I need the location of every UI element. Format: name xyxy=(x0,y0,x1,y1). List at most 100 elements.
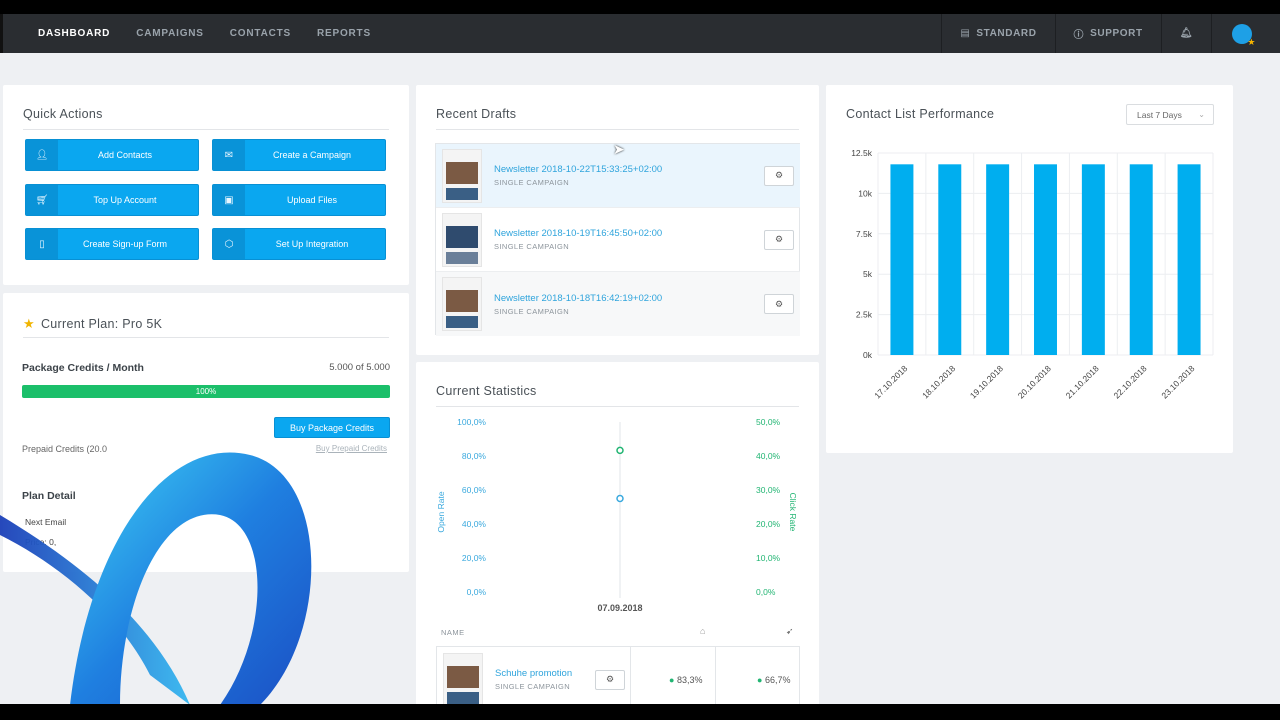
open-rate-tick: 20,0% xyxy=(462,553,487,563)
current-plan-card: ★ Current Plan: Pro 5K Package Credits / … xyxy=(3,293,409,572)
account-menu[interactable]: ★ xyxy=(1211,14,1280,53)
contact-performance-chart: 12.5k 10k 7.5k 5k 2.5k 0k 17.10.2018 18.10.2018… xyxy=(851,148,1214,400)
draft-name[interactable]: Newsletter 2018-10-22T15:33:25+02:00 xyxy=(494,164,764,175)
bar[interactable] xyxy=(1081,164,1105,355)
click-rate-value: 66,7% xyxy=(764,675,791,685)
click-rate-tick: 20,0% xyxy=(756,519,781,529)
envelope-icon: ✉ xyxy=(213,140,245,170)
x-tick-label: 19.10.2018 xyxy=(968,363,1005,400)
plan-title-row: ★ Current Plan: Pro 5K xyxy=(23,316,162,332)
y-tick-label: 0k xyxy=(863,350,873,360)
credits-label: Package Credits / Month xyxy=(22,362,144,374)
x-tick-label: 17.10.2018 xyxy=(872,363,909,400)
support-label: SUPPORT xyxy=(1090,28,1143,39)
integration-label: Set Up Integration xyxy=(275,239,349,249)
clicks-column-icon[interactable]: ➹ xyxy=(786,626,794,637)
upload-files-button[interactable]: ▣ Upload Files xyxy=(212,184,386,216)
star-icon: ★ xyxy=(23,316,35,331)
divider xyxy=(436,129,799,130)
bottom-letterbox xyxy=(0,704,1280,720)
table-header-name[interactable]: NAME xyxy=(441,628,465,637)
user-icon: 👤︎ xyxy=(26,140,58,170)
contact-list-performance-card: Contact List Performance Last 7 Days ⌄ 1… xyxy=(826,85,1233,453)
open-rate-value: 83,3% xyxy=(676,675,703,685)
draft-thumbnail xyxy=(442,148,482,203)
create-signup-form-button[interactable]: ▯ Create Sign-up Form xyxy=(25,228,199,260)
support-button[interactable]: ⓘ SUPPORT xyxy=(1054,14,1161,53)
performance-title: Contact List Performance xyxy=(846,107,995,121)
campaign-name[interactable]: Schuhe promotion xyxy=(495,668,595,679)
gear-icon: ⚙ xyxy=(774,298,784,309)
campaign-thumbnail xyxy=(443,652,483,704)
recent-drafts-card: Recent Drafts Newsletter 2018-10-22T15:3… xyxy=(416,85,819,355)
avatar: ★ xyxy=(1232,23,1255,47)
prepaid-credits-label: Prepaid Credits (20.0 xyxy=(22,444,108,454)
table-row[interactable]: Schuhe promotion SINGLE CAMPAIGN ⚙ ● 83,… xyxy=(436,646,800,704)
x-tick-label: 22.10.2018 xyxy=(1111,363,1148,400)
nav-contacts[interactable]: CONTACTS xyxy=(230,28,291,39)
draft-settings-button[interactable]: ⚙ xyxy=(764,294,794,314)
x-tick-label: 23.10.2018 xyxy=(1159,363,1196,400)
gear-icon: ⚙ xyxy=(774,234,784,244)
draft-row[interactable]: Newsletter 2018-10-19T16:45:50+02:00 SING… xyxy=(436,208,800,272)
draft-settings-button[interactable]: ⚙ xyxy=(764,165,794,186)
add-contacts-label: Add Contacts xyxy=(97,150,153,160)
standard-label: STANDARD xyxy=(976,28,1037,39)
bar[interactable] xyxy=(1034,164,1057,355)
bar[interactable] xyxy=(1129,164,1153,355)
x-tick-label: 18.10.2018 xyxy=(920,363,957,400)
campaign-type: SINGLE CAMPAIGN xyxy=(495,682,571,691)
bar[interactable] xyxy=(986,164,1010,355)
bar[interactable] xyxy=(890,164,914,355)
click-rate-tick: 30,0% xyxy=(756,485,781,495)
star-badge-icon: ★ xyxy=(1247,36,1256,47)
open-rate-cell: ● 83,3% xyxy=(669,675,702,685)
buy-package-credits-button[interactable]: Buy Package Credits xyxy=(274,417,390,438)
upload-files-label: Upload Files xyxy=(286,195,338,205)
main-nav: DASHBOARD CAMPAIGNS CONTACTS REPORTS xyxy=(38,14,371,53)
date-range-dropdown[interactable]: Last 7 Days ⌄ xyxy=(1126,104,1214,125)
column-divider xyxy=(630,647,631,704)
bar[interactable] xyxy=(938,164,962,355)
top-up-account-button[interactable]: 🛒︎ Top Up Account xyxy=(25,184,199,216)
quick-actions-card: Quick Actions 👤︎ Add Contacts ✉ Create a C… xyxy=(3,85,409,285)
buy-prepaid-link[interactable]: Buy Prepaid Credits xyxy=(316,444,387,453)
campaign-settings-button[interactable]: ⚙ xyxy=(595,669,625,690)
recent-drafts-title: Recent Drafts xyxy=(436,107,517,121)
nav-reports[interactable]: REPORTS xyxy=(317,28,371,39)
click-rate-ticks: 50,0% 40,0% 30,0% 20,0% 10,0% 0,0% xyxy=(756,417,781,597)
notifications-button[interactable]: 🔔︎ xyxy=(1160,14,1211,53)
bar[interactable] xyxy=(1177,164,1201,355)
signup-form-label: Create Sign-up Form xyxy=(82,239,168,249)
click-rate-cell: ● 66,7% xyxy=(757,675,790,685)
plan-title: Current Plan: Pro 5K xyxy=(40,317,163,331)
open-rate-tick: 40,0% xyxy=(462,519,487,529)
create-campaign-button[interactable]: ✉ Create a Campaign xyxy=(212,139,386,171)
nav-campaigns[interactable]: CAMPAIGNS xyxy=(136,28,204,39)
click-rate-axis-label: Click Rate xyxy=(788,493,798,532)
divider xyxy=(23,337,389,338)
draft-settings-button[interactable]: ⚙ xyxy=(764,229,794,250)
open-rate-point[interactable] xyxy=(616,446,624,455)
draft-row[interactable]: Newsletter 2018-10-18T16:42:19+02:00 SING… xyxy=(436,272,800,336)
standard-button[interactable]: ▤ STANDARD xyxy=(941,14,1054,53)
add-contacts-button[interactable]: 👤︎ Add Contacts xyxy=(25,139,199,171)
click-rate-tick: 0,0% xyxy=(756,587,776,597)
opens-column-icon[interactable]: ⌂ xyxy=(700,626,705,636)
open-rate-tick: 60,0% xyxy=(462,485,487,495)
chevron-down-icon: ⌄ xyxy=(1198,110,1205,119)
nav-dashboard[interactable]: DASHBOARD xyxy=(38,28,110,39)
draft-name[interactable]: Newsletter 2018-10-18T16:42:19+02:00 xyxy=(494,293,764,304)
column-divider xyxy=(715,647,716,704)
draft-type: SINGLE CAMPAIGN xyxy=(494,178,570,187)
draft-name[interactable]: Newsletter 2018-10-19T16:45:50+02:00 xyxy=(494,228,764,239)
y-tick-label: 7.5k xyxy=(856,229,873,239)
date-range-value: Last 7 Days xyxy=(1137,109,1182,120)
click-rate-point[interactable] xyxy=(616,494,624,503)
quick-actions-title: Quick Actions xyxy=(23,107,103,121)
set-up-integration-button[interactable]: ⬡ Set Up Integration xyxy=(212,228,386,260)
y-tick-label: 12.5k xyxy=(851,148,873,158)
gear-icon: ⚙ xyxy=(774,170,784,180)
x-tick-label: 21.10.2018 xyxy=(1064,363,1101,400)
plan-details-title: Plan Detail xyxy=(22,490,76,502)
